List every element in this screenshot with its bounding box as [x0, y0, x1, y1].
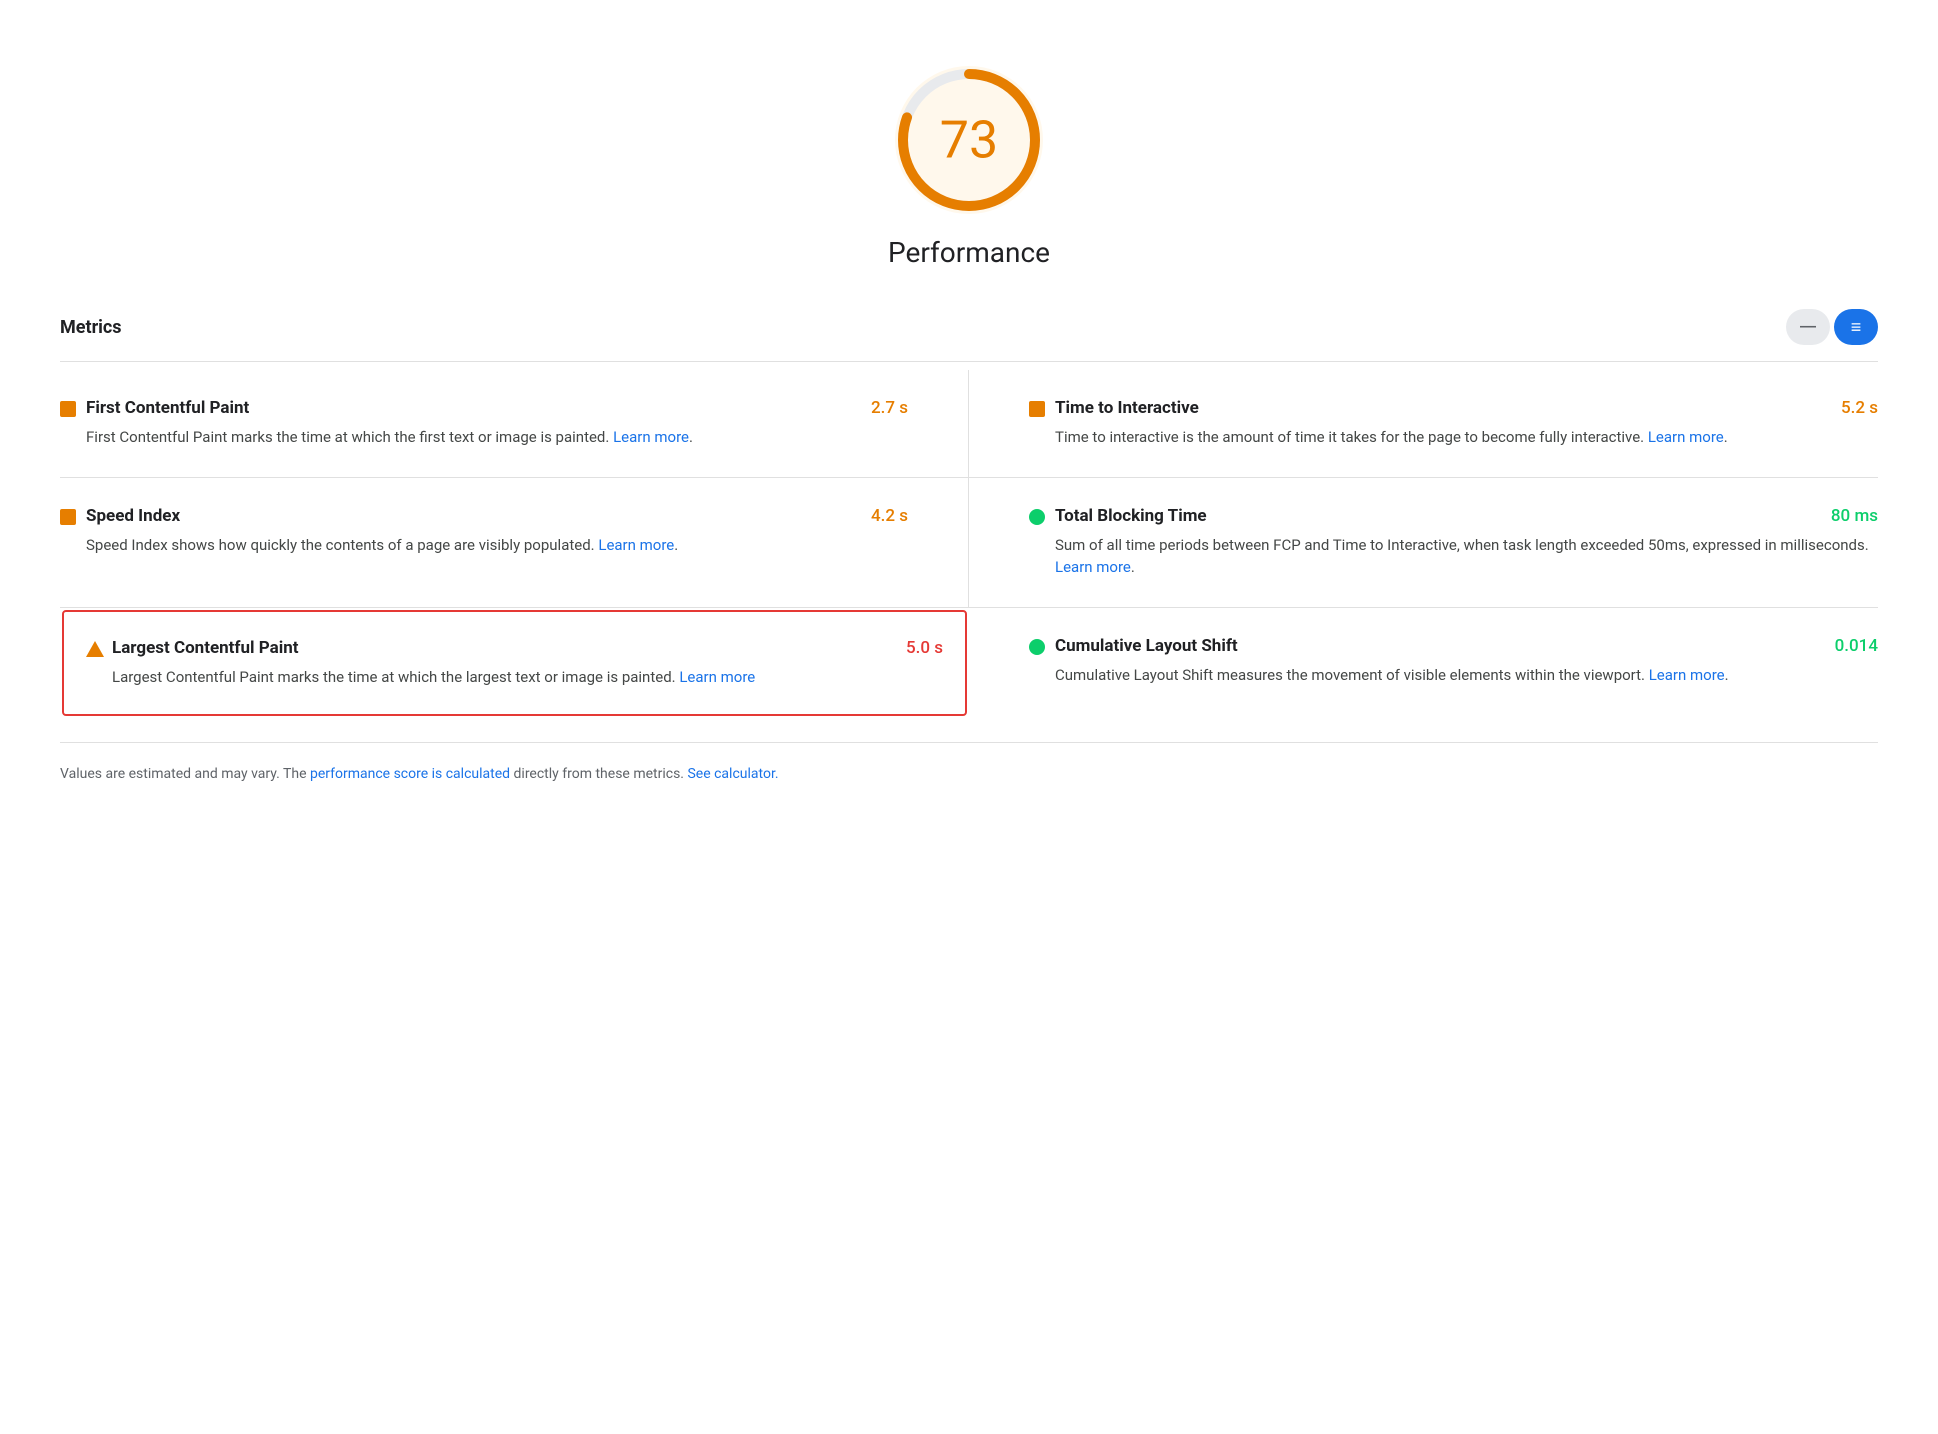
- metric-tbt-title-group: Total Blocking Time: [1029, 506, 1207, 526]
- metric-fcp-header: First Contentful Paint 2.7 s: [60, 398, 908, 418]
- metric-lcp-header: Largest Contentful Paint 5.0 s: [86, 638, 943, 658]
- metric-tbt-description: Sum of all time periods between FCP and …: [1055, 534, 1878, 579]
- footer-perf-score-link[interactable]: performance score is calculated: [310, 766, 510, 782]
- metric-cls-description: Cumulative Layout Shift measures the mov…: [1055, 664, 1878, 687]
- metric-tbt: Total Blocking Time 80 ms Sum of all tim…: [969, 478, 1878, 608]
- metric-cls-learn-more[interactable]: Learn more: [1649, 666, 1725, 684]
- metric-si-name: Speed Index: [86, 506, 180, 526]
- list-icon: —: [1800, 318, 1816, 336]
- grid-icon: ≡: [1851, 317, 1862, 338]
- metric-tbt-header: Total Blocking Time 80 ms: [1029, 506, 1878, 526]
- metric-lcp-value: 5.0 s: [906, 638, 943, 658]
- metric-tbt-value: 80 ms: [1831, 506, 1878, 526]
- footer-text-before: Values are estimated and may vary. The: [60, 766, 310, 782]
- view-toggle: — ≡: [1786, 309, 1878, 345]
- metric-si-learn-more[interactable]: Learn more: [598, 536, 674, 554]
- metric-cls-title-group: Cumulative Layout Shift: [1029, 636, 1238, 656]
- metric-si-value: 4.2 s: [871, 506, 908, 526]
- metric-si-title-group: Speed Index: [60, 506, 180, 526]
- score-section: 73 Performance: [60, 40, 1878, 269]
- metric-cls: Cumulative Layout Shift 0.014 Cumulative…: [969, 608, 1878, 719]
- footer-text-middle: directly from these metrics.: [510, 766, 687, 782]
- metric-fcp-value: 2.7 s: [871, 398, 908, 418]
- metric-si-description: Speed Index shows how quickly the conten…: [86, 534, 908, 557]
- metric-lcp-learn-more[interactable]: Learn more: [679, 668, 755, 686]
- metric-lcp: Largest Contentful Paint 5.0 s Largest C…: [62, 610, 967, 717]
- metric-tti-learn-more[interactable]: Learn more: [1648, 428, 1724, 446]
- metric-cls-value: 0.014: [1835, 636, 1878, 656]
- metrics-header: Metrics — ≡: [60, 309, 1878, 362]
- metric-fcp-name: First Contentful Paint: [86, 398, 249, 418]
- footer-calculator-link[interactable]: See calculator.: [687, 766, 778, 782]
- metric-tti-description: Time to interactive is the amount of tim…: [1055, 426, 1878, 449]
- metrics-title: Metrics: [60, 317, 122, 338]
- metric-si: Speed Index 4.2 s Speed Index shows how …: [60, 478, 969, 608]
- orange-square-icon-tti: [1029, 401, 1045, 417]
- footer-note: Values are estimated and may vary. The p…: [60, 742, 1878, 785]
- metric-tti-value: 5.2 s: [1841, 398, 1878, 418]
- metric-fcp-title-group: First Contentful Paint: [60, 398, 249, 418]
- metric-fcp-description: First Contentful Paint marks the time at…: [86, 426, 908, 449]
- orange-square-icon-si: [60, 509, 76, 525]
- score-label: Performance: [888, 236, 1050, 269]
- metric-tti-title-group: Time to Interactive: [1029, 398, 1199, 418]
- metric-lcp-name: Largest Contentful Paint: [112, 638, 299, 658]
- grid-view-button[interactable]: ≡: [1834, 309, 1878, 345]
- green-circle-icon-cls: [1029, 639, 1045, 655]
- orange-triangle-icon-lcp: [86, 641, 102, 657]
- metric-lcp-description: Largest Contentful Paint marks the time …: [112, 666, 943, 689]
- metric-si-header: Speed Index 4.2 s: [60, 506, 908, 526]
- metric-tbt-learn-more[interactable]: Learn more: [1055, 558, 1131, 576]
- metric-lcp-title-group: Largest Contentful Paint: [86, 638, 299, 658]
- metrics-grid: First Contentful Paint 2.7 s First Conte…: [60, 370, 1878, 718]
- metric-cls-header: Cumulative Layout Shift 0.014: [1029, 636, 1878, 656]
- metric-tbt-name: Total Blocking Time: [1055, 506, 1207, 526]
- metric-tti: Time to Interactive 5.2 s Time to intera…: [969, 370, 1878, 478]
- metric-cls-name: Cumulative Layout Shift: [1055, 636, 1238, 656]
- orange-square-icon: [60, 401, 76, 417]
- metric-fcp: First Contentful Paint 2.7 s First Conte…: [60, 370, 969, 478]
- metric-fcp-learn-more[interactable]: Learn more: [613, 428, 689, 446]
- metric-tti-header: Time to Interactive 5.2 s: [1029, 398, 1878, 418]
- green-circle-icon-tbt: [1029, 509, 1045, 525]
- list-view-button[interactable]: —: [1786, 309, 1830, 345]
- score-circle: 73: [889, 60, 1049, 220]
- score-value: 73: [940, 110, 998, 171]
- metric-tti-name: Time to Interactive: [1055, 398, 1199, 418]
